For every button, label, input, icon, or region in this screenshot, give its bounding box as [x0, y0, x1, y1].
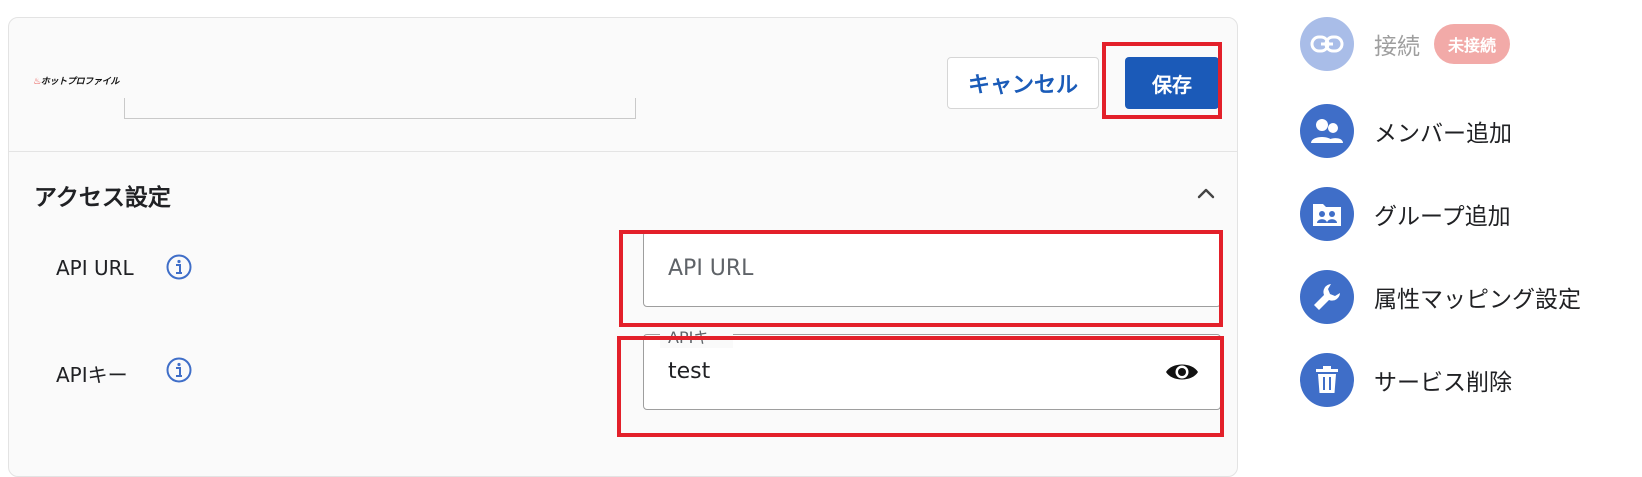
api-key-label: APIキー	[56, 363, 128, 387]
save-button[interactable]: 保存	[1125, 57, 1219, 109]
eye-icon[interactable]	[1164, 357, 1200, 387]
section-divider	[9, 151, 1237, 152]
cancel-button[interactable]: キャンセル	[947, 57, 1099, 109]
people-icon	[1300, 104, 1354, 158]
group-folder-icon	[1300, 187, 1354, 241]
info-icon[interactable]	[166, 254, 192, 280]
wrench-icon	[1300, 270, 1354, 324]
sidebar-item-label: 属性マッピング設定	[1374, 287, 1581, 313]
status-badge: 未接続	[1434, 24, 1511, 64]
sidebar-item-add-member[interactable]: メンバー追加	[1300, 104, 1512, 158]
service-logo: ♨ホットプロファイル	[33, 77, 120, 87]
api-key-value: test	[668, 359, 711, 384]
sidebar-item-label: メンバー追加	[1374, 121, 1512, 147]
info-icon[interactable]	[166, 357, 192, 383]
api-key-floating-label: APIキー	[660, 324, 734, 348]
logo-text: ホットプロファイル	[40, 77, 120, 87]
chevron-up-icon[interactable]	[1191, 178, 1221, 208]
trash-icon	[1300, 353, 1354, 407]
sidebar-item-label: サービス削除	[1374, 370, 1512, 396]
link-icon	[1300, 17, 1354, 71]
sidebar-item-label: グループ追加	[1374, 204, 1511, 230]
faded-input-field	[124, 98, 636, 119]
sidebar-item-connect[interactable]: 接続 未接続	[1300, 17, 1511, 71]
sidebar-item-add-group[interactable]: グループ追加	[1300, 187, 1511, 241]
api-key-input[interactable]: APIキー test	[643, 324, 1221, 410]
api-url-input[interactable]: API URL	[643, 231, 1221, 307]
api-url-label: API URL	[56, 256, 134, 280]
access-settings-title: アクセス設定	[34, 185, 171, 211]
sidebar-item-delete-service[interactable]: サービス削除	[1300, 353, 1512, 407]
service-settings-card: ♨ホットプロファイル キャンセル 保存 アクセス設定 API URL API U…	[8, 17, 1238, 477]
sidebar-item-attribute-mapping[interactable]: 属性マッピング設定	[1300, 270, 1581, 324]
api-url-placeholder: API URL	[668, 256, 754, 281]
sidebar-item-label: 接続	[1374, 34, 1420, 60]
